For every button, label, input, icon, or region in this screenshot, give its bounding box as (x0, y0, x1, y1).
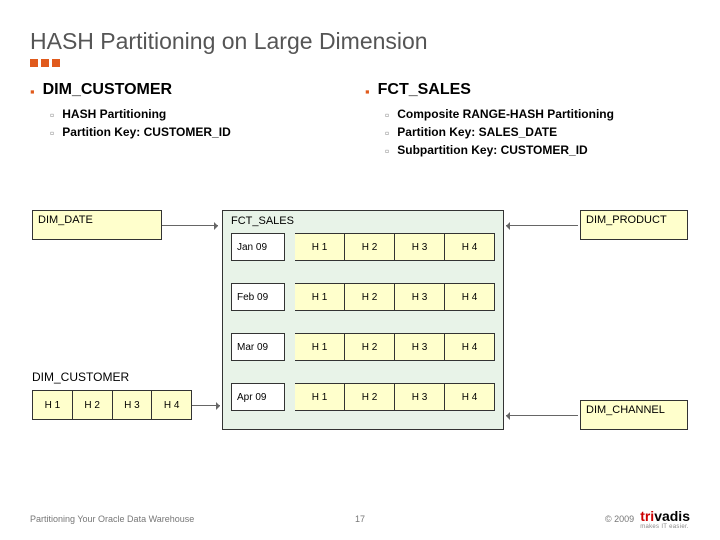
month-mar: Mar 09 (231, 333, 285, 361)
sub-pk-salesdate: Partition Key: SALES_DATE (385, 125, 690, 141)
jan-h4: H 4 (445, 233, 495, 261)
feb-h1: H 1 (295, 283, 345, 311)
dim-cust-h2: H 2 (73, 391, 113, 419)
mar-h4: H 4 (445, 333, 495, 361)
fct-row-apr: Apr 09 H 1 H 2 H 3 H 4 (231, 383, 495, 411)
sub-hash-part: HASH Partitioning (50, 107, 355, 123)
feb-h2: H 2 (345, 283, 395, 311)
feb-h3: H 3 (395, 283, 445, 311)
accent-dots (30, 59, 690, 67)
jan-h1: H 1 (295, 233, 345, 261)
footer: Partitioning Your Oracle Data Warehouse … (30, 508, 690, 530)
apr-h3: H 3 (395, 383, 445, 411)
mar-h2: H 2 (345, 333, 395, 361)
month-feb: Feb 09 (231, 283, 285, 311)
conn-cust-fct (192, 405, 220, 406)
apr-h2: H 2 (345, 383, 395, 411)
fct-title: FCT_SALES (231, 215, 495, 227)
apr-h1: H 1 (295, 383, 345, 411)
conn-date-fct (162, 225, 218, 226)
fct-sales-box: FCT_SALES Jan 09 H 1 H 2 H 3 H 4 Feb 09 … (222, 210, 504, 430)
dim-cust-h4: H 4 (152, 391, 191, 419)
jan-h3: H 3 (395, 233, 445, 261)
mar-h1: H 1 (295, 333, 345, 361)
sub-spk-customer: Subpartition Key: CUSTOMER_ID (385, 143, 690, 159)
diagram: DIM_DATE DIM_PRODUCT DIM_CHANNEL DIM_CUS… (0, 210, 720, 460)
fct-row-jan: Jan 09 H 1 H 2 H 3 H 4 (231, 233, 495, 261)
footer-left: Partitioning Your Oracle Data Warehouse (30, 514, 194, 524)
month-jan: Jan 09 (231, 233, 285, 261)
copyright: © 2009 (605, 514, 634, 524)
col-left: DIM_CUSTOMER HASH Partitioning Partition… (30, 81, 355, 161)
mar-h3: H 3 (395, 333, 445, 361)
fct-row-feb: Feb 09 H 1 H 2 H 3 H 4 (231, 283, 495, 311)
page-number: 17 (355, 514, 365, 524)
heading-dim-customer: DIM_CUSTOMER (30, 81, 355, 103)
dim-date-box: DIM_DATE (32, 210, 162, 240)
month-apr: Apr 09 (231, 383, 285, 411)
conn-fct-channel (506, 415, 578, 416)
dim-customer-box: H 1 H 2 H 3 H 4 (32, 390, 192, 420)
dim-channel-box: DIM_CHANNEL (580, 400, 688, 430)
sub-pk-customer: Partition Key: CUSTOMER_ID (50, 125, 355, 141)
apr-h4: H 4 (445, 383, 495, 411)
col-right: FCT_SALES Composite RANGE-HASH Partition… (365, 81, 690, 161)
dim-cust-h3: H 3 (113, 391, 153, 419)
fct-row-mar: Mar 09 H 1 H 2 H 3 H 4 (231, 333, 495, 361)
slide-title: HASH Partitioning on Large Dimension (30, 28, 690, 55)
sub-composite: Composite RANGE-HASH Partitioning (385, 107, 690, 123)
dim-customer-label: DIM_CUSTOMER (32, 370, 129, 384)
trivadis-logo: trivadis makes IT easier. (640, 508, 690, 530)
dim-cust-h1: H 1 (33, 391, 73, 419)
heading-fct-sales: FCT_SALES (365, 81, 690, 103)
feb-h4: H 4 (445, 283, 495, 311)
conn-fct-product (506, 225, 578, 226)
jan-h2: H 2 (345, 233, 395, 261)
dim-product-box: DIM_PRODUCT (580, 210, 688, 240)
